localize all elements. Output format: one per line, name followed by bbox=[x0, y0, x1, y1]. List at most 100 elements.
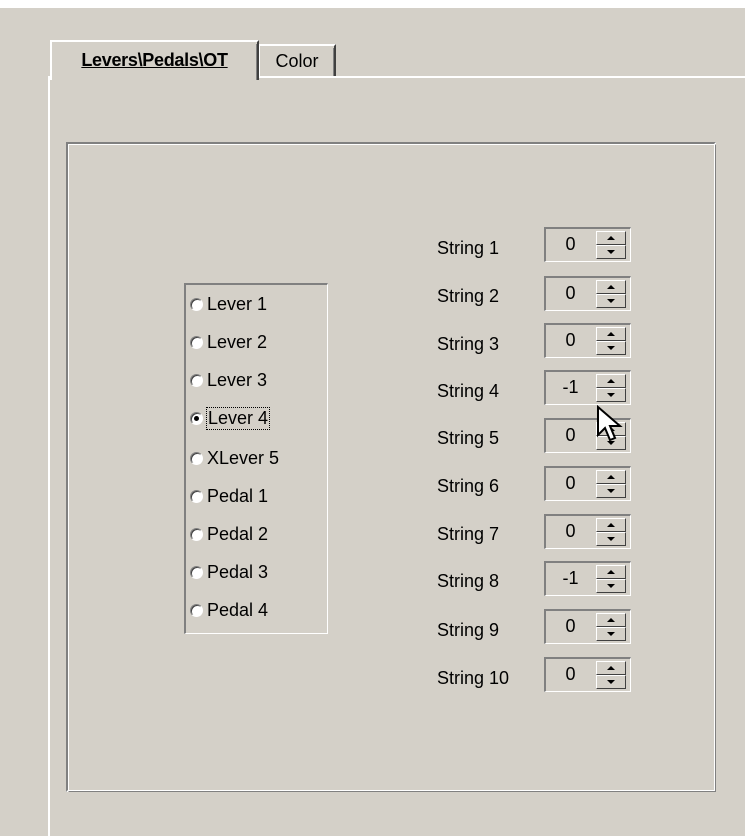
spin-up-button[interactable] bbox=[596, 470, 626, 484]
spinner-value[interactable]: 0 bbox=[548, 278, 593, 310]
spin-up-button[interactable] bbox=[596, 613, 626, 627]
spinner-value[interactable]: 0 bbox=[548, 468, 593, 500]
radio-button-icon[interactable] bbox=[190, 489, 203, 503]
radio-pedal-1[interactable]: Pedal 1 bbox=[190, 483, 268, 509]
radio-label[interactable]: XLever 5 bbox=[207, 448, 279, 469]
string-6-spinner[interactable]: 0 bbox=[544, 466, 631, 501]
radio-pedal-2[interactable]: Pedal 2 bbox=[190, 521, 268, 547]
spinner-buttons bbox=[596, 374, 626, 402]
window-top-strip bbox=[0, 0, 745, 8]
arrow-down-icon bbox=[607, 632, 615, 636]
radio-button-checked-icon[interactable] bbox=[190, 411, 203, 425]
spinner-value[interactable]: 0 bbox=[548, 516, 593, 548]
spinner-buttons bbox=[596, 470, 626, 498]
spinner-value[interactable]: 0 bbox=[548, 229, 593, 261]
radio-button-icon[interactable] bbox=[190, 603, 203, 617]
radio-label[interactable]: Pedal 2 bbox=[207, 524, 268, 545]
spinner-value[interactable]: -1 bbox=[548, 563, 593, 595]
radio-pedal-4[interactable]: Pedal 4 bbox=[190, 597, 268, 623]
tab-edge-shadow bbox=[256, 44, 257, 80]
spinner-value[interactable]: 0 bbox=[548, 611, 593, 643]
mouse-pointer-icon bbox=[597, 405, 623, 442]
spinner-value[interactable]: -1 bbox=[548, 372, 593, 404]
spin-up-button[interactable] bbox=[596, 280, 626, 294]
radio-label[interactable]: Lever 1 bbox=[207, 294, 267, 315]
arrow-up-icon bbox=[607, 285, 615, 289]
string-10-spinner[interactable]: 0 bbox=[544, 657, 631, 692]
radio-lever-4[interactable]: Lever 4 bbox=[190, 405, 271, 431]
spinner-buttons bbox=[596, 231, 626, 259]
spin-down-button[interactable] bbox=[596, 294, 626, 308]
radio-label[interactable]: Lever 4 bbox=[205, 406, 271, 430]
string-4-label: String 4 bbox=[437, 381, 500, 401]
spinner-buttons bbox=[596, 613, 626, 641]
string-8-spinner[interactable]: -1 bbox=[544, 561, 631, 596]
arrow-down-icon bbox=[607, 489, 615, 493]
spin-up-button[interactable] bbox=[596, 518, 626, 532]
spin-up-button[interactable] bbox=[596, 327, 626, 341]
tab-levers-pedals-ot-label: Levers\Pedals\OT bbox=[81, 50, 228, 70]
string-4-spinner[interactable]: -1 bbox=[544, 370, 631, 405]
radio-button-icon[interactable] bbox=[190, 335, 203, 349]
radio-label[interactable]: Lever 2 bbox=[207, 332, 267, 353]
spinner-buttons bbox=[596, 327, 626, 355]
arrow-down-icon bbox=[607, 346, 615, 350]
arrow-down-icon bbox=[607, 299, 615, 303]
radio-label[interactable]: Pedal 4 bbox=[207, 600, 268, 621]
spin-up-button[interactable] bbox=[596, 661, 626, 675]
string-1-label: String 1 bbox=[437, 238, 500, 258]
string-6-label: String 6 bbox=[437, 476, 500, 496]
spinner-value[interactable]: 0 bbox=[548, 420, 593, 452]
string-8-label: String 8 bbox=[437, 571, 500, 591]
tab-levers-pedals-ot[interactable]: Levers\Pedals\OT bbox=[50, 40, 259, 80]
string-2-label: String 2 bbox=[437, 286, 500, 306]
radio-lever-2[interactable]: Lever 2 bbox=[190, 329, 267, 355]
arrow-up-icon bbox=[607, 236, 615, 240]
arrow-down-icon bbox=[607, 680, 615, 684]
spin-up-button[interactable] bbox=[596, 565, 626, 579]
radio-label[interactable]: Lever 3 bbox=[207, 370, 267, 391]
spin-up-button[interactable] bbox=[596, 231, 626, 245]
radio-label[interactable]: Pedal 3 bbox=[207, 562, 268, 583]
spin-down-button[interactable] bbox=[596, 627, 626, 641]
spin-down-button[interactable] bbox=[596, 532, 626, 546]
tab-edge-shadow bbox=[333, 48, 334, 76]
arrow-up-icon bbox=[607, 379, 615, 383]
string-9-spinner[interactable]: 0 bbox=[544, 609, 631, 644]
radio-button-icon[interactable] bbox=[190, 373, 203, 387]
spin-down-button[interactable] bbox=[596, 245, 626, 259]
string-2-spinner[interactable]: 0 bbox=[544, 276, 631, 311]
spinner-value[interactable]: 0 bbox=[548, 325, 593, 357]
spin-down-button[interactable] bbox=[596, 341, 626, 355]
spin-down-button[interactable] bbox=[596, 579, 626, 593]
string-1-spinner[interactable]: 0 bbox=[544, 227, 631, 262]
spinner-value[interactable]: 0 bbox=[548, 659, 593, 691]
radio-pedal-3[interactable]: Pedal 3 bbox=[190, 559, 268, 585]
radio-xlever-5[interactable]: XLever 5 bbox=[190, 445, 279, 471]
radio-button-icon[interactable] bbox=[190, 527, 203, 541]
arrow-down-icon bbox=[607, 393, 615, 397]
radio-button-icon[interactable] bbox=[190, 451, 203, 465]
spin-down-button[interactable] bbox=[596, 388, 626, 402]
arrow-up-icon bbox=[607, 618, 615, 622]
string-7-label: String 7 bbox=[437, 524, 500, 544]
string-7-spinner[interactable]: 0 bbox=[544, 514, 631, 549]
spin-down-button[interactable] bbox=[596, 675, 626, 689]
radio-label[interactable]: Pedal 1 bbox=[207, 486, 268, 507]
radio-button-icon[interactable] bbox=[190, 565, 203, 579]
arrow-up-icon bbox=[607, 475, 615, 479]
lever-pedal-radio-list: Lever 1 Lever 2 Lever 3 Lever 4 XLever 5… bbox=[184, 283, 328, 634]
arrow-up-icon bbox=[607, 523, 615, 527]
arrow-up-icon bbox=[607, 332, 615, 336]
tab-color-label: Color bbox=[275, 51, 319, 71]
spinner-buttons bbox=[596, 518, 626, 546]
radio-button-icon[interactable] bbox=[190, 297, 203, 311]
string-3-spinner[interactable]: 0 bbox=[544, 323, 631, 358]
spin-up-button[interactable] bbox=[596, 374, 626, 388]
spinner-buttons bbox=[596, 661, 626, 689]
radio-lever-3[interactable]: Lever 3 bbox=[190, 367, 267, 393]
tab-color[interactable]: Color bbox=[258, 44, 336, 76]
string-5-label: String 5 bbox=[437, 428, 500, 448]
radio-lever-1[interactable]: Lever 1 bbox=[190, 291, 267, 317]
spin-down-button[interactable] bbox=[596, 484, 626, 498]
